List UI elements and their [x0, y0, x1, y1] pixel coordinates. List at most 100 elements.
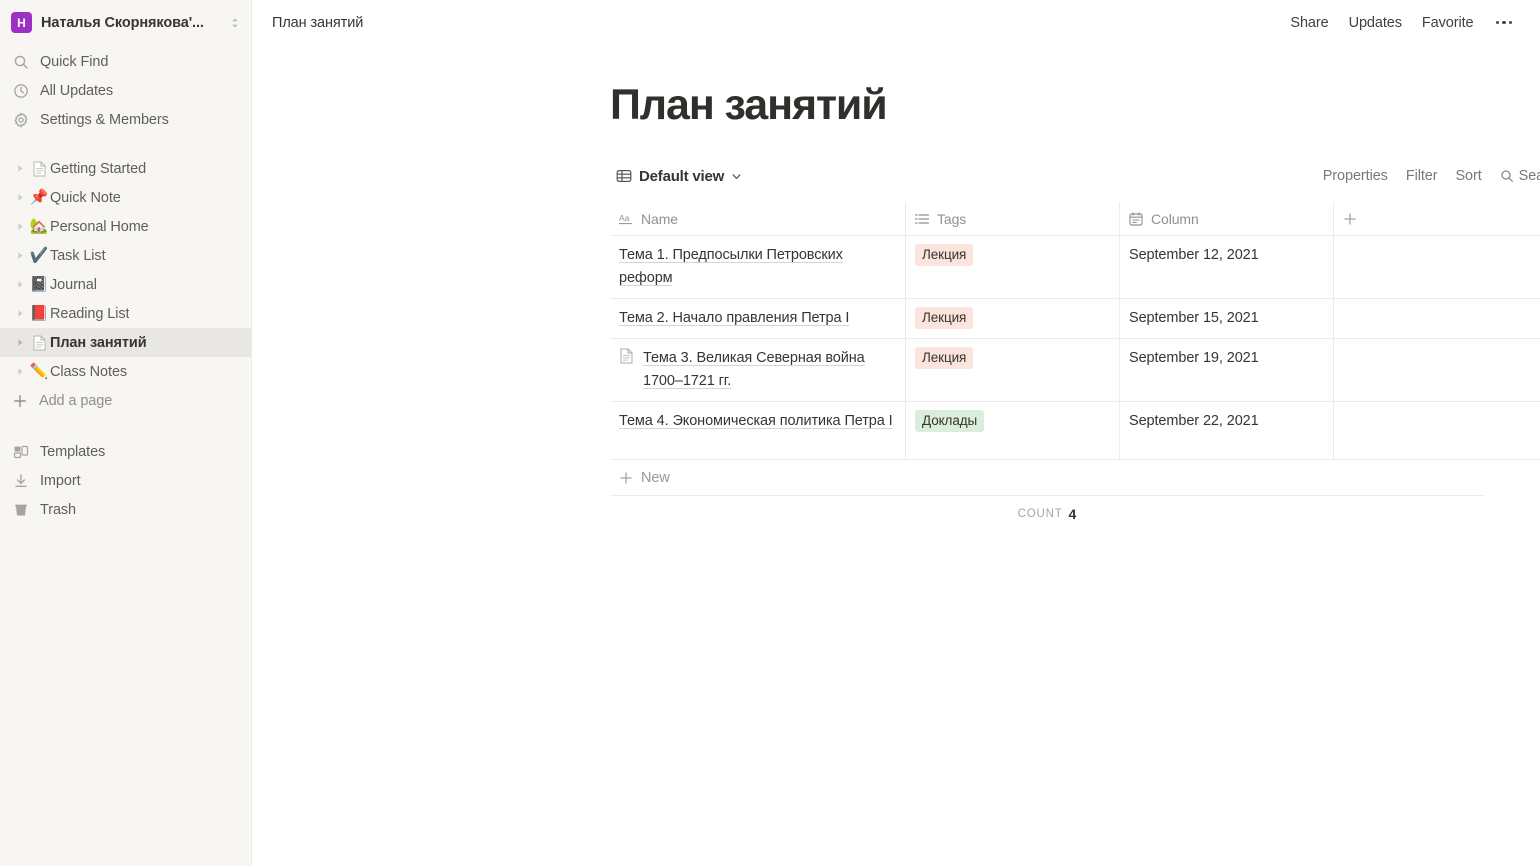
chevron-right-icon[interactable]	[12, 338, 28, 347]
page-title[interactable]: План занятий	[610, 81, 1540, 130]
chevron-right-icon[interactable]	[12, 164, 28, 173]
plus-icon	[1343, 212, 1357, 226]
database-view-bar: Default view Properties Filter Sort Sear…	[610, 160, 1540, 192]
topbar-actions: Share Updates Favorite	[1280, 11, 1524, 35]
cell-date[interactable]: September 22, 2021	[1120, 402, 1334, 459]
sidebar: H Наталья Скорнякова'... Quick Find All …	[0, 0, 252, 866]
cell-name[interactable]: Тема 1. Предпосылки Петровских реформ	[610, 236, 906, 298]
share-button[interactable]: Share	[1280, 11, 1338, 35]
sidebar-item-quick-find[interactable]: Quick Find	[0, 47, 251, 76]
sidebar-item-import[interactable]: Import	[0, 466, 251, 495]
sidebar-item-templates[interactable]: Templates	[0, 437, 251, 466]
templates-icon	[12, 443, 29, 460]
sidebar-item-plan-zanyatiy[interactable]: План занятий	[0, 328, 251, 357]
table-body: Тема 1. Предпосылки Петровских реформ Ле…	[610, 236, 1540, 460]
sidebar-item-label: Trash	[40, 502, 76, 518]
chevron-right-icon[interactable]	[12, 251, 28, 260]
sidebar-item-label: Getting Started	[50, 161, 146, 177]
column-header-name[interactable]: Aa Name	[610, 202, 906, 235]
column-header-column[interactable]: Column	[1120, 202, 1334, 235]
cell-name[interactable]: Тема 4. Экономическая политика Петра I	[610, 402, 906, 459]
sidebar-item-label: Quick Note	[50, 190, 121, 206]
filter-button[interactable]: Filter	[1397, 164, 1447, 188]
chevron-right-icon[interactable]	[12, 309, 28, 318]
sidebar-item-class-notes[interactable]: ✏️ Class Notes	[0, 357, 251, 386]
sidebar-item-journal[interactable]: 📓 Journal	[0, 270, 251, 299]
view-tab-label: Default view	[639, 168, 724, 185]
cell-tags[interactable]: Лекция	[906, 236, 1120, 298]
chevron-right-icon[interactable]	[12, 280, 28, 289]
cell-tags[interactable]: Лекция	[906, 339, 1120, 401]
sidebar-item-label: All Updates	[40, 83, 113, 99]
sidebar-item-label: Personal Home	[50, 219, 149, 235]
sidebar-item-getting-started[interactable]: Getting Started	[0, 154, 251, 183]
top-bar: План занятий Share Updates Favorite	[252, 0, 1540, 45]
sidebar-page-tree: Getting Started 📌 Quick Note 🏡 Personal …	[0, 134, 251, 415]
table-row[interactable]: Тема 1. Предпосылки Петровских реформ Ле…	[610, 236, 1540, 299]
sidebar-item-task-list[interactable]: ✔️ Task List	[0, 241, 251, 270]
cell-date[interactable]: September 19, 2021	[1120, 339, 1334, 401]
status-badge: Лекция	[915, 347, 973, 369]
column-header-label: Column	[1151, 211, 1199, 227]
cell-date[interactable]: September 12, 2021	[1120, 236, 1334, 298]
count-value: 4	[1069, 506, 1077, 522]
favorite-button[interactable]: Favorite	[1412, 11, 1484, 35]
sidebar-item-label: Settings & Members	[40, 112, 169, 128]
count-summary[interactable]: COUNT 4	[610, 496, 1484, 532]
cell-name[interactable]: Тема 2. Начало правления Петра I	[610, 299, 906, 338]
cell-empty	[1334, 339, 1540, 401]
sidebar-item-label: Templates	[40, 444, 105, 460]
cell-tags[interactable]: Лекция	[906, 299, 1120, 338]
breadcrumb[interactable]: План занятий	[272, 15, 363, 31]
add-new-row-button[interactable]: New	[610, 460, 1484, 496]
date-value: September 12, 2021	[1129, 244, 1259, 267]
column-header-label: Name	[641, 211, 678, 227]
properties-button[interactable]: Properties	[1314, 164, 1397, 188]
chevron-right-icon[interactable]	[12, 367, 28, 376]
sidebar-item-quick-note[interactable]: 📌 Quick Note	[0, 183, 251, 212]
workspace-name: Наталья Скорнякова'...	[41, 15, 220, 31]
ellipsis-icon[interactable]	[1488, 17, 1521, 29]
column-header-tags[interactable]: Tags	[906, 202, 1120, 235]
sidebar-item-personal-home[interactable]: 🏡 Personal Home	[0, 212, 251, 241]
sidebar-item-label: Reading List	[50, 306, 129, 322]
workspace-switcher[interactable]: H Наталья Скорнякова'...	[0, 0, 251, 45]
row-title-link[interactable]: Тема 3. Великая Северная война 1700–1721…	[643, 347, 897, 393]
row-title-link[interactable]: Тема 2. Начало правления Петра I	[619, 307, 849, 330]
sidebar-item-all-updates[interactable]: All Updates	[0, 76, 251, 105]
add-a-page-button[interactable]: Add a page	[0, 386, 251, 415]
workspace-avatar: H	[11, 12, 32, 33]
row-title-link[interactable]: Тема 4. Экономическая политика Петра I	[619, 410, 893, 433]
sidebar-item-settings-members[interactable]: Settings & Members	[0, 105, 251, 134]
cell-empty	[1334, 236, 1540, 298]
chevron-right-icon[interactable]	[12, 222, 28, 231]
sort-button[interactable]: Sort	[1446, 164, 1490, 188]
sidebar-item-trash[interactable]: Trash	[0, 495, 251, 524]
date-property-icon	[1129, 212, 1144, 226]
status-badge: Лекция	[915, 307, 973, 329]
sidebar-bottom-nav: Templates Import Trash	[0, 415, 251, 524]
table-row[interactable]: Тема 2. Начало правления Петра I Лекция …	[610, 299, 1540, 339]
cell-name[interactable]: Тема 3. Великая Северная война 1700–1721…	[610, 339, 906, 401]
clock-icon	[12, 82, 29, 99]
closed-book-emoji-icon: 📕	[28, 306, 50, 321]
view-tab-default[interactable]: Default view	[610, 164, 749, 189]
search-button[interactable]: Search	[1491, 164, 1540, 188]
row-title-link[interactable]: Тема 1. Предпосылки Петровских реформ	[619, 244, 897, 290]
count-label: COUNT	[1018, 508, 1063, 520]
cell-date[interactable]: September 15, 2021	[1120, 299, 1334, 338]
updates-button[interactable]: Updates	[1339, 11, 1412, 35]
sidebar-nav: Quick Find All Updates Settings & Member…	[0, 45, 251, 134]
cell-tags[interactable]: Доклады	[906, 402, 1120, 459]
add-column-button[interactable]	[1334, 202, 1540, 235]
table-row[interactable]: Тема 3. Великая Северная война 1700–1721…	[610, 339, 1540, 402]
table-row[interactable]: Тема 4. Экономическая политика Петра I Д…	[610, 402, 1540, 460]
chevron-right-icon[interactable]	[12, 193, 28, 202]
multiselect-property-icon	[915, 212, 930, 226]
gear-icon	[12, 111, 29, 128]
sidebar-item-label: Class Notes	[50, 364, 127, 380]
chevron-updown-icon	[229, 15, 241, 31]
sidebar-item-reading-list[interactable]: 📕 Reading List	[0, 299, 251, 328]
main-area: План занятий Share Updates Favorite План…	[252, 0, 1540, 866]
page-content: План занятий Default view Properties Fil…	[252, 45, 1540, 532]
